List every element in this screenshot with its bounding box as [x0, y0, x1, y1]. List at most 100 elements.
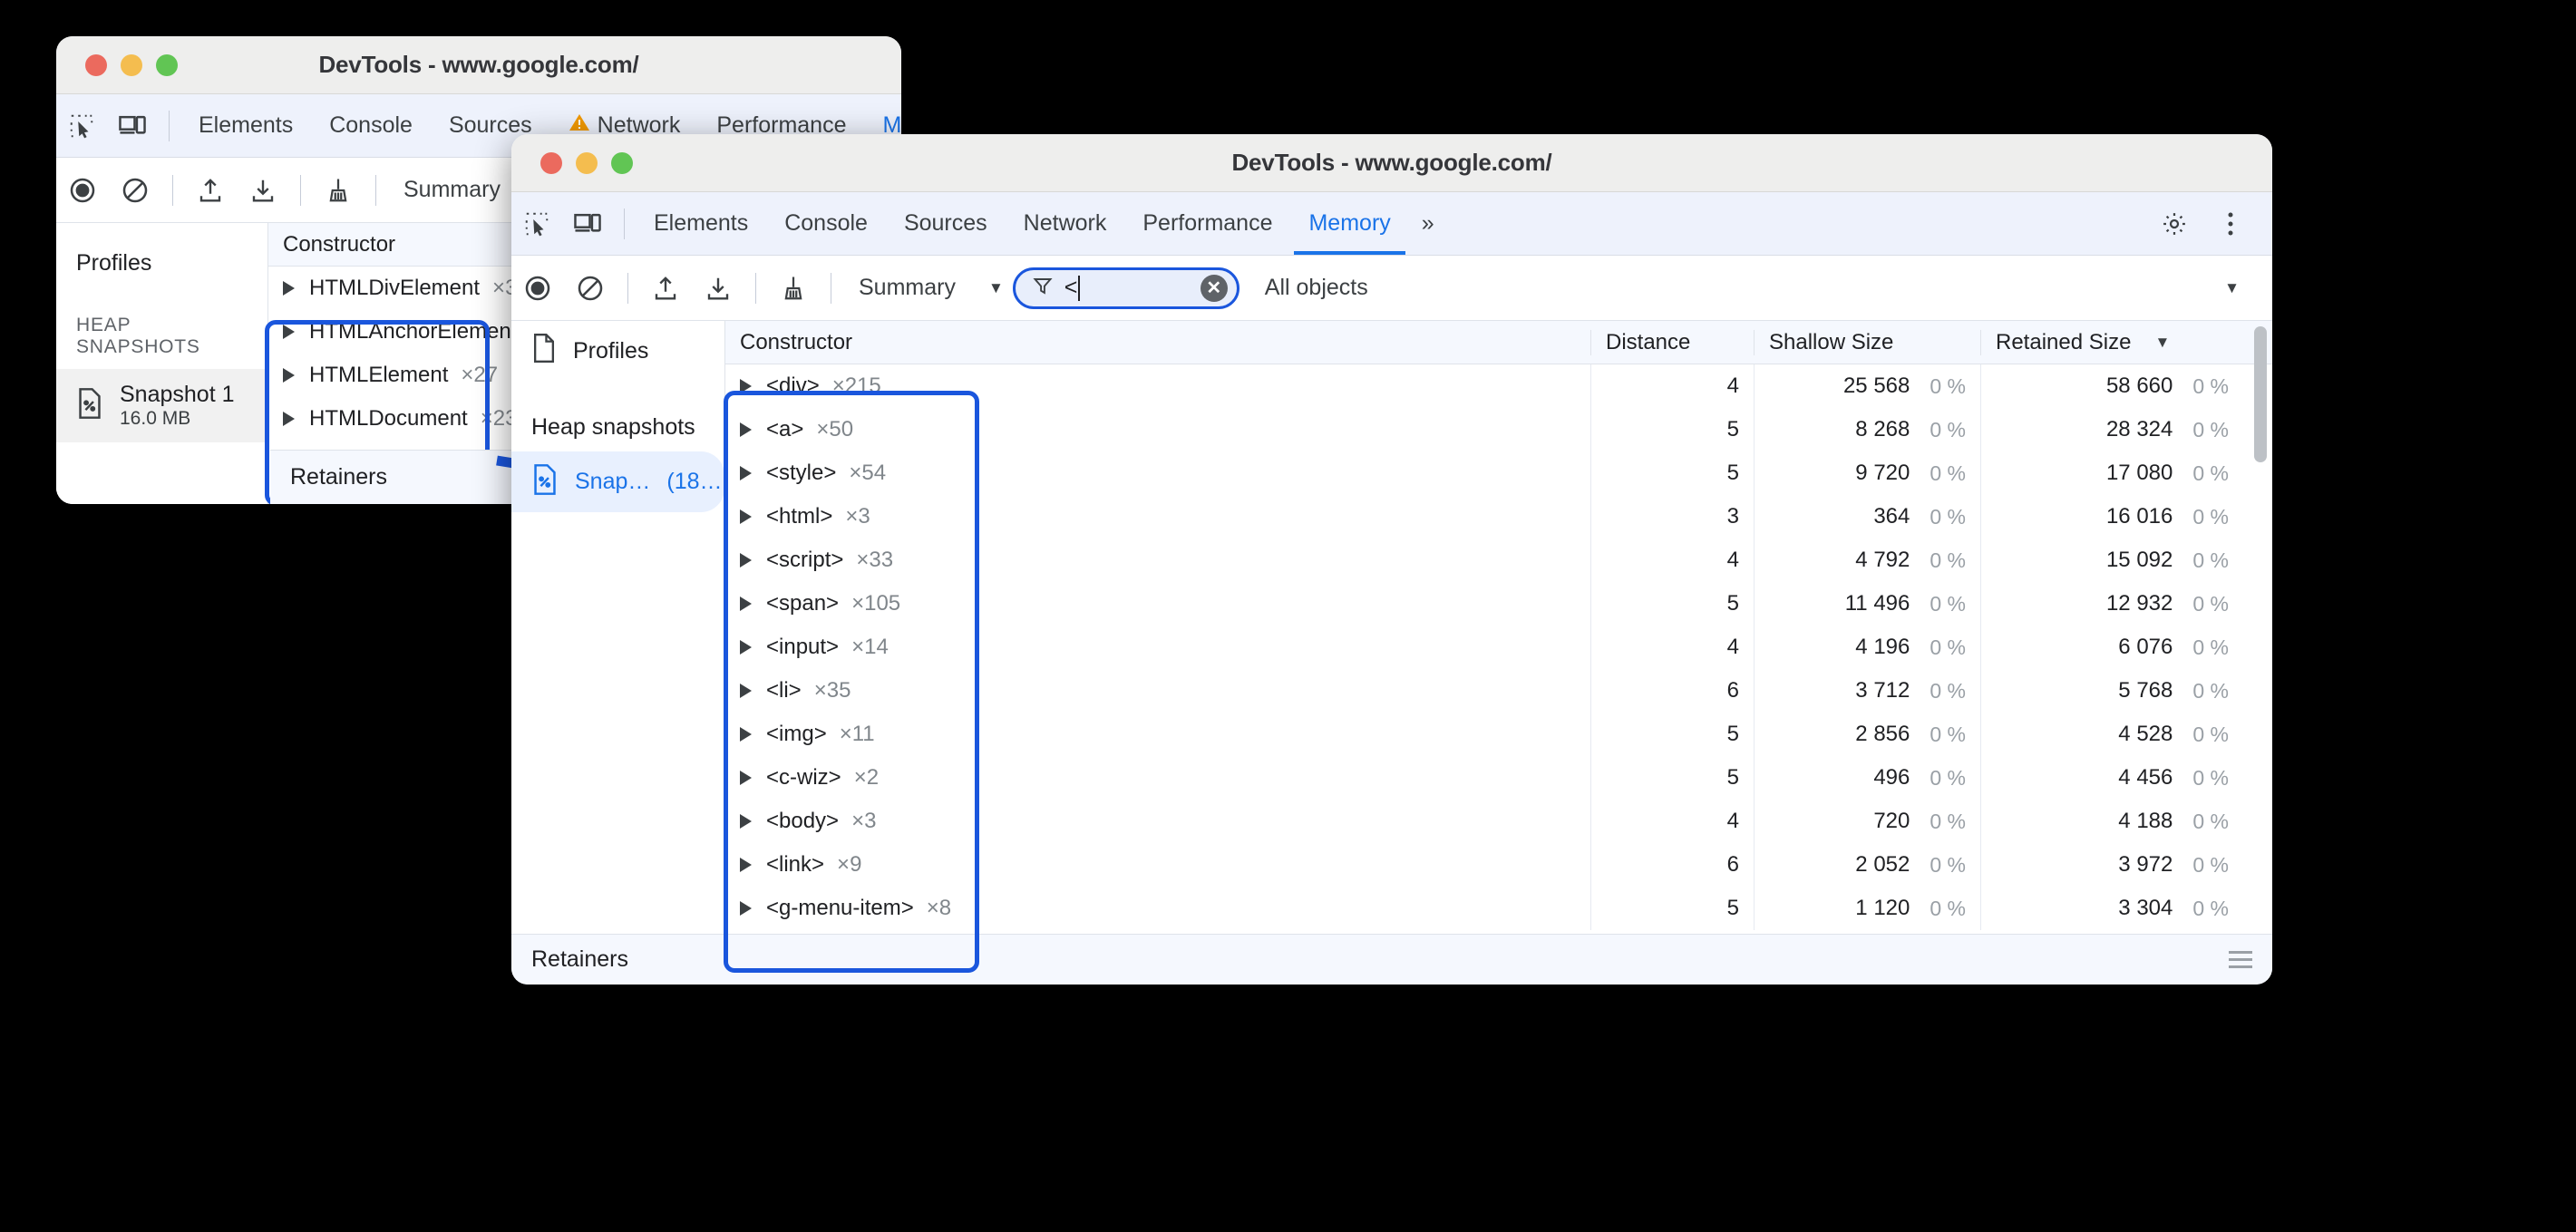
inspect-element-icon[interactable] [511, 199, 562, 249]
expand-triangle-icon[interactable] [740, 379, 752, 393]
broom-icon[interactable] [312, 164, 365, 217]
clear-icon[interactable] [564, 262, 617, 315]
sidebar-item-snapshot[interactable]: Snap… (18…. [511, 451, 728, 512]
broom-icon[interactable] [767, 262, 820, 315]
tab-performance[interactable]: Performance [1124, 192, 1290, 255]
constructor-name: <li> [766, 678, 802, 703]
inspect-element-icon[interactable] [56, 101, 107, 151]
expand-triangle-icon[interactable] [740, 684, 752, 698]
front-retainers-bar[interactable]: Retainers [511, 934, 2272, 985]
front-grid-rows[interactable]: <div> ×215 4 25 568 0 % 58 660 0 % <a> ×50 5 8 268… [725, 364, 2272, 930]
table-row[interactable]: <link> ×9 6 2 052 0 % 3 972 0 % [725, 843, 2272, 887]
record-icon[interactable] [511, 262, 564, 315]
tab-network[interactable]: Network [1006, 192, 1125, 255]
retained-size-value: 16 016 [2105, 504, 2173, 529]
tab-label: Sources [903, 210, 987, 236]
objects-select[interactable]: All objects [1239, 275, 1368, 301]
shallow-size-percent: 0 % [1930, 678, 1966, 703]
filter-input[interactable]: < ✕ [1012, 267, 1239, 309]
instance-count: ×11 [839, 722, 875, 746]
expand-triangle-icon[interactable] [740, 858, 752, 872]
download-icon[interactable] [237, 164, 289, 217]
front-sidebar[interactable]: Profiles Heap snapshots Snap… (18…. [511, 321, 728, 934]
back-titlebar: DevTools - www.google.com/ [56, 36, 901, 94]
front-grid-header[interactable]: Constructor Distance Shallow Size Retain… [725, 321, 2272, 364]
expand-triangle-icon[interactable] [740, 727, 752, 742]
tab-console[interactable]: Console [311, 94, 431, 157]
toolbar-divider-1 [627, 272, 628, 304]
expand-triangle-icon[interactable] [740, 553, 752, 567]
sidebar-item-profiles[interactable]: Profiles [511, 321, 724, 382]
sidebar-item-snapshot-1[interactable]: Snapshot 1 16.0 MB [56, 369, 267, 442]
record-icon[interactable] [56, 164, 109, 217]
clear-filter-icon[interactable]: ✕ [1200, 274, 1228, 302]
text-cursor [1078, 276, 1081, 302]
more-tabs-button[interactable]: » [1409, 210, 1445, 237]
tab-sources[interactable]: Sources [886, 192, 1006, 255]
download-icon[interactable] [692, 262, 744, 315]
column-header-shallow-size[interactable]: Shallow Size [1754, 329, 1980, 355]
back-retainers-label: Retainers [290, 464, 387, 490]
expand-triangle-icon[interactable] [740, 597, 752, 611]
expand-triangle-icon[interactable] [740, 509, 752, 524]
column-header-retained-size[interactable]: Retained Size ▼ [1980, 329, 2243, 355]
expand-triangle-icon[interactable] [740, 466, 752, 480]
tab-memory[interactable]: Memory [1290, 192, 1408, 255]
column-header-distance[interactable]: Distance [1590, 329, 1754, 355]
front-tabstrip-actions[interactable] [2149, 199, 2272, 249]
constructor-name: <script> [766, 548, 844, 572]
objects-select-chevron-icon[interactable]: ▼ [2224, 279, 2272, 297]
device-toolbar-icon[interactable] [562, 199, 613, 249]
shallow-size-percent: 0 % [1930, 896, 1966, 920]
grid-scrollbar[interactable] [2254, 326, 2267, 462]
instance-count: ×27 [461, 363, 499, 387]
expand-triangle-icon[interactable] [283, 412, 295, 426]
tab-elements[interactable]: Elements [180, 94, 311, 157]
table-row[interactable]: <input> ×14 4 4 196 0 % 6 076 0 % [725, 626, 2272, 669]
expand-triangle-icon[interactable] [740, 814, 752, 829]
retained-size-value: 15 092 [2105, 548, 2173, 572]
view-select[interactable]: Summary ▼ [842, 275, 1013, 301]
table-row[interactable]: <body> ×3 4 720 0 % 4 188 0 % [725, 800, 2272, 843]
table-row[interactable]: <g-menu-item> ×8 5 1 120 0 % 3 304 0 % [725, 887, 2272, 930]
table-row[interactable]: <a> ×50 5 8 268 0 % 28 324 0 % [725, 408, 2272, 451]
gear-icon[interactable] [2149, 199, 2200, 249]
retained-size-value: 17 080 [2105, 461, 2173, 485]
shallow-size-percent: 0 % [1930, 809, 1966, 833]
table-row[interactable]: <li> ×35 6 3 712 0 % 5 768 0 % [725, 669, 2272, 713]
distance-value: 5 [1726, 765, 1739, 790]
tab-console[interactable]: Console [766, 192, 886, 255]
retained-size-percent: 0 % [2192, 852, 2229, 877]
table-row[interactable]: <script> ×33 4 4 792 0 % 15 092 0 % [725, 538, 2272, 582]
table-row[interactable]: <img> ×11 5 2 856 0 % 4 528 0 % [725, 713, 2272, 756]
retained-size-percent: 0 % [2192, 809, 2229, 833]
upload-icon[interactable] [639, 262, 692, 315]
sidebar-item-profiles[interactable]: Profiles [56, 223, 267, 287]
tab-elements[interactable]: Elements [636, 192, 766, 255]
retained-size-percent: 0 % [2192, 548, 2229, 572]
upload-icon[interactable] [184, 164, 237, 217]
expand-triangle-icon[interactable] [740, 901, 752, 916]
table-row[interactable]: <div> ×215 4 25 568 0 % 58 660 0 % [725, 364, 2272, 408]
expand-triangle-icon[interactable] [740, 771, 752, 785]
table-row[interactable]: <span> ×105 5 11 496 0 % 12 932 0 % [725, 582, 2272, 626]
device-toolbar-icon[interactable] [107, 101, 158, 151]
table-row[interactable]: <html> ×3 3 364 0 % 16 016 0 % [725, 495, 2272, 538]
hamburger-icon[interactable] [2229, 951, 2252, 968]
expand-triangle-icon[interactable] [283, 281, 295, 296]
front-tabstrip[interactable]: Elements Console Sources Network Perform… [511, 192, 2272, 256]
expand-triangle-icon[interactable] [740, 640, 752, 655]
snapshot-size: 16.0 MB [120, 407, 191, 429]
expand-triangle-icon[interactable] [740, 422, 752, 437]
expand-triangle-icon[interactable] [283, 368, 295, 383]
front-memory-toolbar[interactable]: Summary ▼ < ✕ All objects ▼ [511, 256, 2272, 321]
devtools-window-front[interactable]: DevTools - www.google.com/ Elements Cons… [511, 134, 2272, 985]
table-row[interactable]: <style> ×54 5 9 720 0 % 17 080 0 % [725, 451, 2272, 495]
kebab-menu-icon[interactable] [2205, 199, 2256, 249]
table-row[interactable]: <c-wiz> ×2 5 496 0 % 4 456 0 % [725, 756, 2272, 800]
front-panel-tabs[interactable]: Elements Console Sources Network Perform… [636, 192, 1445, 255]
retained-size-percent: 0 % [2192, 373, 2229, 398]
column-header-constructor[interactable]: Constructor [725, 330, 1590, 355]
expand-triangle-icon[interactable] [283, 325, 295, 339]
clear-icon[interactable] [109, 164, 161, 217]
